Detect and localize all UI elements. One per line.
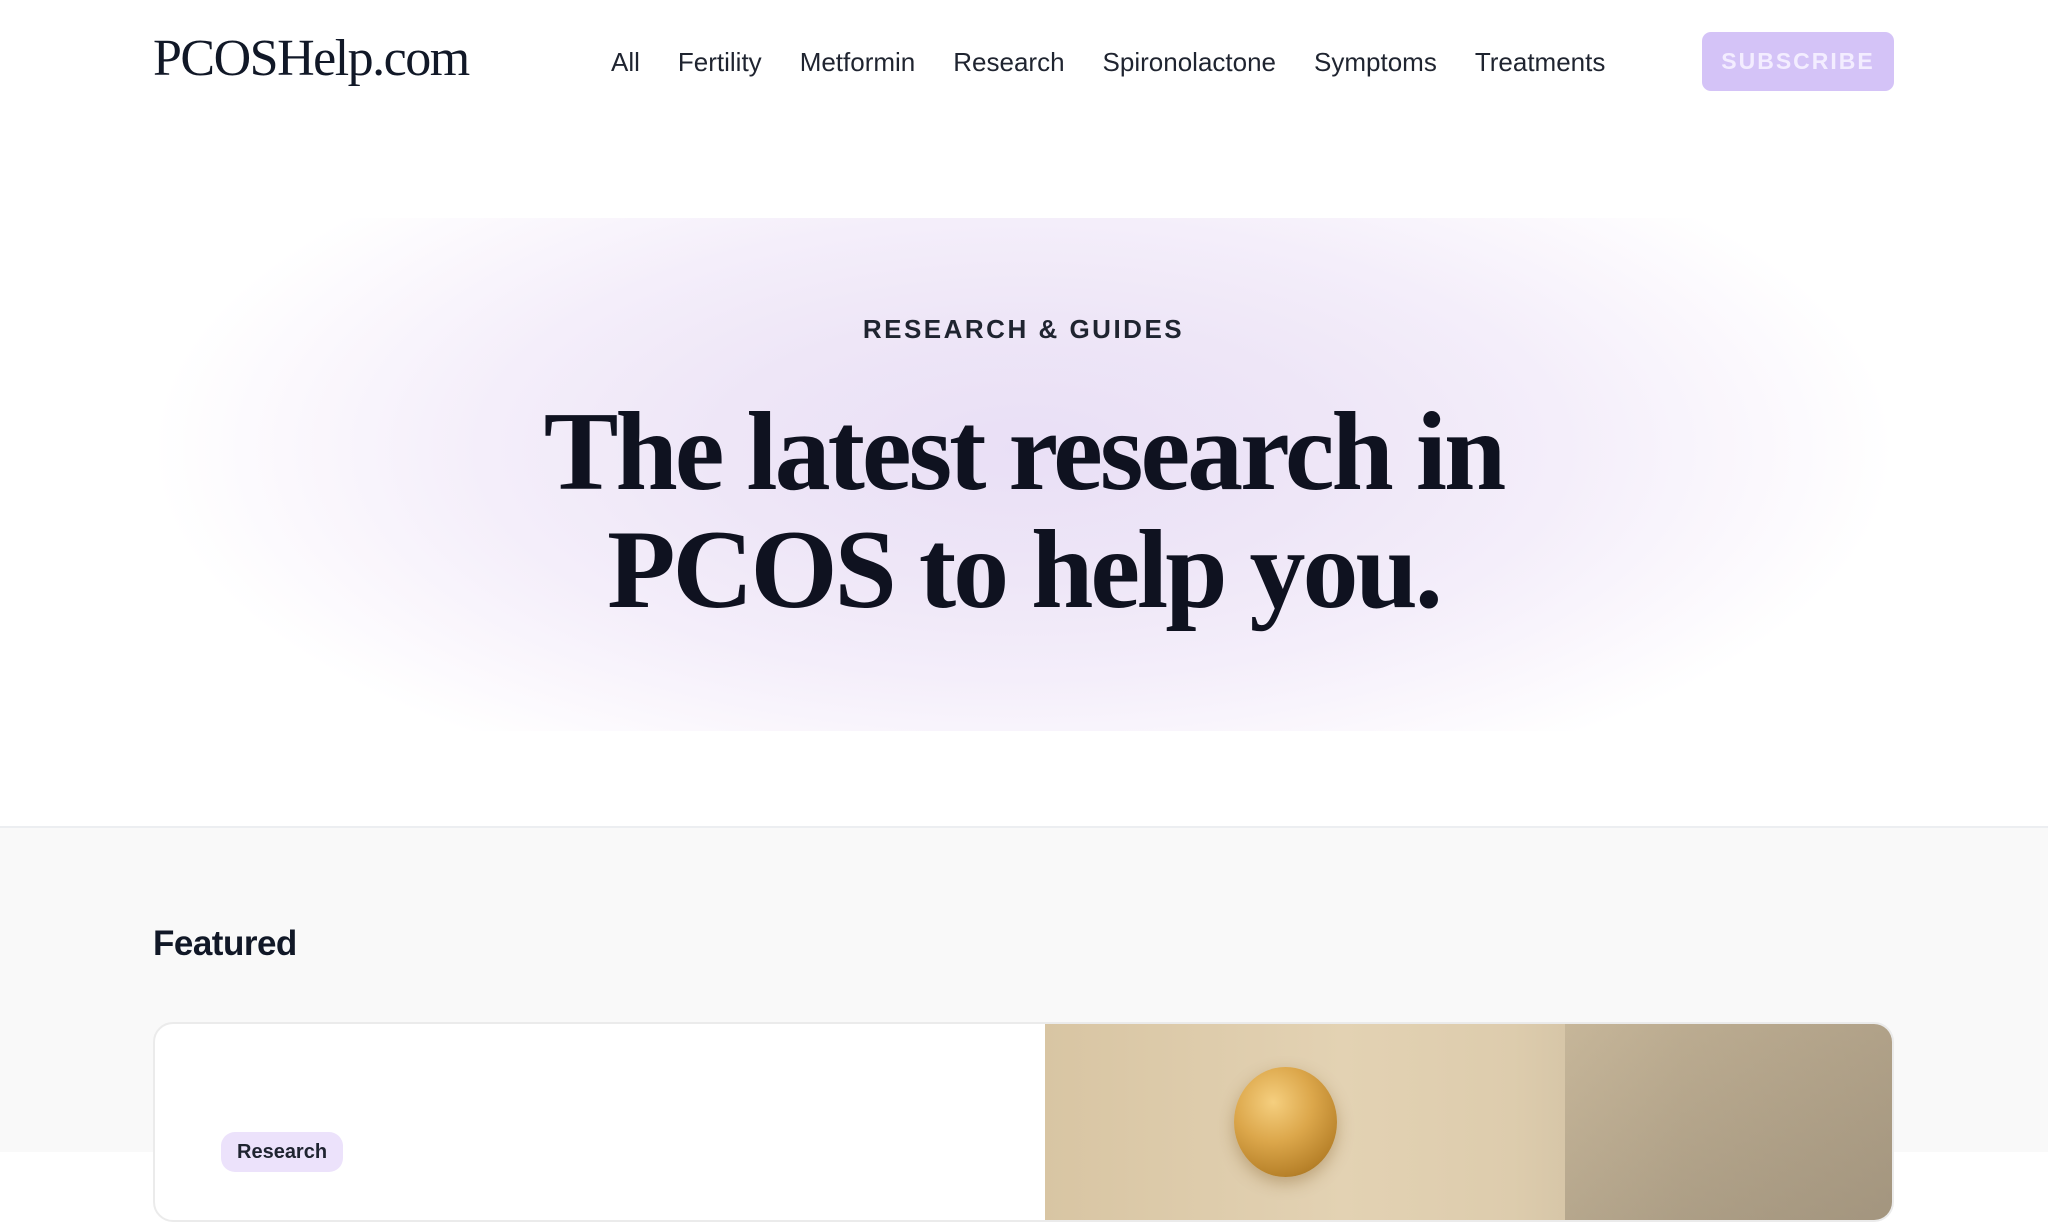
hero-title-line-1: The latest research in [543,390,1506,514]
hero-banner: RESEARCH & GUIDES The latest research in… [153,218,1894,731]
nav-item-spironolactone[interactable]: Spironolactone [1103,40,1276,84]
image-background-shade [1565,1024,1892,1220]
hero-title: The latest research in PCOS to help you. [153,393,1894,629]
nav-item-research[interactable]: Research [953,40,1064,84]
featured-section: Featured Research [0,826,2048,1222]
featured-article-image[interactable] [1045,1024,1892,1220]
featured-heading: Featured [153,924,297,963]
subscribe-button[interactable]: SUBSCRIBE [1702,32,1894,91]
nav-item-symptoms[interactable]: Symptoms [1314,40,1437,84]
main-nav: All Fertility Metformin Research Spirono… [611,40,1605,84]
nav-item-metformin[interactable]: Metformin [800,40,916,84]
nav-item-all[interactable]: All [611,40,640,84]
hero-eyebrow: RESEARCH & GUIDES [862,314,1185,344]
site-logo[interactable]: PCOSHelp.com [153,26,470,92]
golden-orb-image [1234,1067,1337,1177]
nav-item-treatments[interactable]: Treatments [1475,40,1606,84]
hero-title-line-2: PCOS to help you. [607,508,1443,632]
category-tag[interactable]: Research [221,1132,344,1172]
site-header: PCOSHelp.com All Fertility Metformin Res… [0,0,2048,124]
nav-item-fertility[interactable]: Fertility [678,40,762,84]
featured-article-card[interactable]: Research [153,1022,1894,1222]
